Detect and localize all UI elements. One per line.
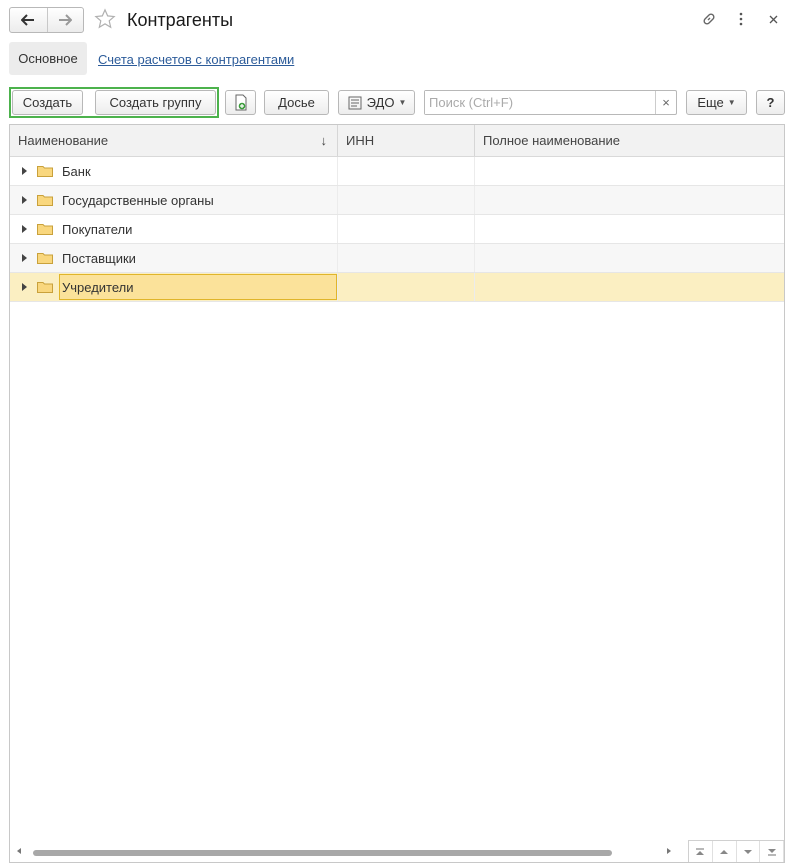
search-input[interactable]	[425, 91, 655, 114]
cell-inn	[338, 215, 475, 243]
expand-arrow-icon[interactable]	[22, 283, 27, 291]
row-name: Поставщики	[62, 251, 136, 266]
edo-label: ЭДО	[366, 95, 395, 110]
table-row[interactable]: Государственные органы	[10, 186, 784, 215]
folder-icon	[37, 166, 53, 177]
tab-main[interactable]: Основное	[9, 42, 87, 75]
help-button[interactable]: ?	[756, 90, 785, 115]
create-by-document-button[interactable]	[225, 90, 256, 115]
scroll-bottom-button[interactable]	[760, 841, 784, 862]
first-page-icon	[696, 847, 705, 855]
back-icon	[21, 14, 35, 26]
chevron-down-icon: ▼	[727, 98, 736, 107]
expand-arrow-icon[interactable]	[22, 225, 27, 233]
column-header-inn[interactable]: ИНН	[338, 125, 475, 156]
scroll-left-icon[interactable]	[17, 848, 21, 854]
scroll-thumb[interactable]	[33, 850, 612, 856]
scroll-up-button[interactable]	[713, 841, 737, 862]
more-label: Еще	[697, 95, 724, 110]
tab-settlement-accounts[interactable]: Счета расчетов с контрагентами	[98, 52, 294, 67]
expand-arrow-icon[interactable]	[22, 254, 27, 262]
table-row-selected[interactable]: Учредители	[10, 273, 784, 302]
page-title: Контрагенты	[127, 10, 234, 30]
more-vertical-icon	[739, 12, 743, 26]
folder-icon	[37, 282, 53, 293]
history-nav	[9, 7, 84, 33]
more-button[interactable]: Еще ▼	[686, 90, 747, 115]
cell-name: Покупатели	[10, 215, 338, 243]
table-row[interactable]: Покупатели	[10, 215, 784, 244]
more-menu-button[interactable]	[732, 9, 750, 29]
favorite-star-icon	[94, 8, 116, 29]
document-add-icon	[235, 94, 246, 111]
table-row[interactable]: Банк	[10, 157, 784, 186]
cell-inn	[338, 244, 475, 272]
expand-arrow-icon[interactable]	[22, 167, 27, 175]
dossier-button[interactable]: Досье	[264, 90, 329, 115]
column-header-full-name[interactable]: Полное наименование	[475, 125, 784, 156]
cell-full-name	[475, 273, 784, 301]
column-header-label: Наименование	[18, 133, 109, 148]
folder-icon	[37, 195, 53, 206]
create-button[interactable]: Создать	[12, 90, 83, 115]
cell-inn	[338, 157, 475, 185]
search-clear-button[interactable]: ×	[655, 91, 676, 114]
cell-full-name	[475, 157, 784, 185]
cell-name: Государственные органы	[10, 186, 338, 214]
forward-icon	[59, 14, 73, 26]
window-controls	[700, 8, 782, 30]
horizontal-scrollbar[interactable]	[11, 844, 687, 860]
cell-full-name	[475, 215, 784, 243]
scroll-top-button[interactable]	[689, 841, 713, 862]
sort-down-icon: ↓	[320, 133, 328, 148]
search-box: ×	[424, 90, 677, 115]
scroll-down-button[interactable]	[737, 841, 761, 862]
row-name: Учредители	[62, 280, 134, 295]
table-row[interactable]: Поставщики	[10, 244, 784, 273]
favorite-button[interactable]	[93, 7, 117, 31]
forward-button[interactable]	[46, 8, 84, 32]
folder-icon	[37, 253, 53, 264]
folder-icon	[37, 224, 53, 235]
expand-arrow-icon[interactable]	[22, 196, 27, 204]
chevron-down-icon: ▼	[398, 98, 407, 107]
cell-inn	[338, 186, 475, 214]
counterparties-table: Наименование ↓ ИНН Полное наименование Б…	[9, 124, 785, 863]
cell-name: Поставщики	[10, 244, 338, 272]
page-up-icon	[720, 849, 729, 854]
cell-inn	[338, 273, 475, 301]
back-button[interactable]	[10, 8, 47, 32]
edo-menu-button[interactable]: ЭДО ▼	[338, 90, 415, 115]
cell-full-name	[475, 186, 784, 214]
row-name: Банк	[62, 164, 91, 179]
row-name: Государственные органы	[62, 193, 214, 208]
last-page-icon	[767, 848, 776, 856]
link-icon	[703, 13, 715, 25]
page-down-icon	[743, 849, 752, 854]
create-group-button[interactable]: Создать группу	[95, 90, 216, 115]
link-button[interactable]	[700, 9, 718, 29]
table-header: Наименование ↓ ИНН Полное наименование	[10, 125, 784, 157]
list-navigation	[688, 840, 784, 862]
cell-name: Банк	[10, 157, 338, 185]
edo-icon	[348, 96, 362, 109]
close-button[interactable]	[764, 9, 782, 29]
column-header-name[interactable]: Наименование ↓	[10, 125, 338, 156]
row-name: Покупатели	[62, 222, 133, 237]
cell-full-name	[475, 244, 784, 272]
scroll-right-icon[interactable]	[667, 848, 671, 854]
close-icon	[769, 15, 777, 23]
cell-name: Учредители	[10, 273, 338, 301]
